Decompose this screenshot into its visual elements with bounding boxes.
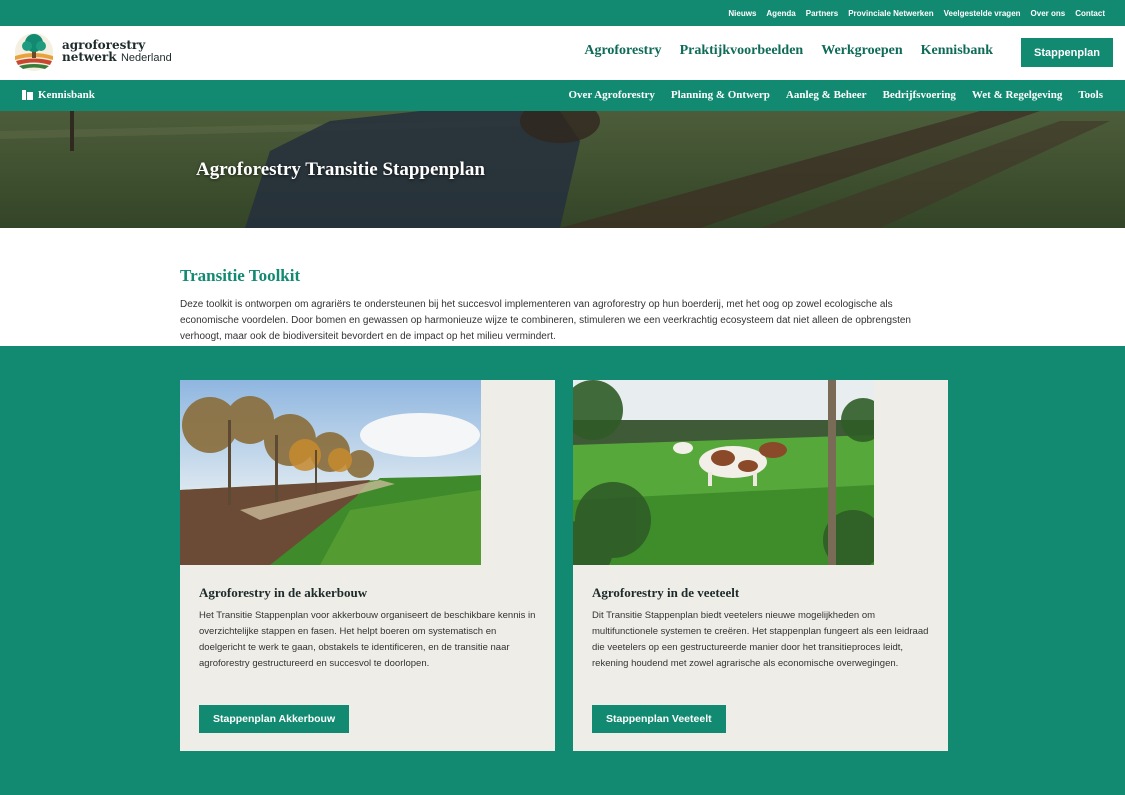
cards-section: Agroforestry in de akkerbouw Het Transit… <box>0 346 1125 795</box>
kennisbank-section-label: Kennisbank <box>38 89 95 101</box>
card-image-akkerbouw <box>180 380 481 565</box>
subnav-bedrijfsvoering[interactable]: Bedrijfsvoering <box>883 89 956 101</box>
topbar-link-contact[interactable]: Contact <box>1075 9 1105 18</box>
stappenplan-akkerbouw-button[interactable]: Stappenplan Akkerbouw <box>199 705 350 733</box>
logo-tree-icon <box>15 33 53 71</box>
intro-title: Transitie Toolkit <box>180 266 301 285</box>
card-text-akkerbouw: Het Transitie Stappenplan voor akkerbouw… <box>199 610 536 669</box>
card-akkerbouw: Agroforestry in de akkerbouw Het Transit… <box>180 380 555 751</box>
nav-praktijkvoorbeelden[interactable]: Praktijkvoorbeelden <box>680 43 804 59</box>
kennisbank-section-link[interactable]: Kennisbank <box>22 89 95 101</box>
subnav-planning-ontwerp[interactable]: Planning & Ontwerp <box>671 89 770 101</box>
logo-line-2: netwerk <box>62 50 117 64</box>
intro-text: Deze toolkit is ontworpen om agrariërs t… <box>180 299 911 342</box>
topbar-link-veelgestelde-vragen[interactable]: Veelgestelde vragen <box>944 9 1021 18</box>
nav-werkgroepen[interactable]: Werkgroepen <box>821 43 902 59</box>
intro-section: Transitie Toolkit Deze toolkit is ontwor… <box>0 228 1125 346</box>
kennisbank-subnav: Kennisbank Over Agroforestry Planning & … <box>0 80 1125 111</box>
nav-agroforestry[interactable]: Agroforestry <box>584 43 661 59</box>
main-navigation: Agroforestry Praktijkvoorbeelden Werkgro… <box>584 43 993 59</box>
logo-line-3: Nederland <box>120 52 172 64</box>
subnav-aanleg-beheer[interactable]: Aanleg & Beheer <box>786 89 867 101</box>
site-header: agroforestry netwerk Nederland Agrofores… <box>0 26 1125 80</box>
topbar-link-partners[interactable]: Partners <box>806 9 838 18</box>
topbar-link-over-ons[interactable]: Over ons <box>1031 9 1066 18</box>
card-veeteelt: Agroforestry in de veeteelt Dit Transiti… <box>573 380 948 751</box>
hero-title: Agroforestry Transitie Stappenplan <box>196 159 485 180</box>
veeteelt-pasture-image <box>573 380 874 565</box>
topbar-link-provinciale-netwerken[interactable]: Provinciale Netwerken <box>848 9 933 18</box>
book-icon <box>22 90 33 100</box>
card-text-veeteelt: Dit Transitie Stappenplan biedt veeteler… <box>592 610 929 669</box>
akkerbouw-field-image <box>180 380 481 565</box>
topbar-link-nieuws[interactable]: Nieuws <box>728 9 756 18</box>
site-logo[interactable]: agroforestry netwerk Nederland <box>12 32 172 72</box>
nav-kennisbank[interactable]: Kennisbank <box>921 43 993 59</box>
stappenplan-button[interactable]: Stappenplan <box>1021 38 1113 67</box>
stappenplan-veeteelt-button[interactable]: Stappenplan Veeteelt <box>592 705 726 733</box>
topbar-link-agenda[interactable]: Agenda <box>766 9 795 18</box>
subnav-tools[interactable]: Tools <box>1078 89 1103 101</box>
subnav-over-agroforestry[interactable]: Over Agroforestry <box>568 89 654 101</box>
hero-banner: Agroforestry Transitie Stappenplan <box>0 111 1125 228</box>
card-title-veeteelt: Agroforestry in de veeteelt <box>592 585 740 600</box>
top-utility-bar: Nieuws Agenda Partners Provinciale Netwe… <box>0 0 1125 26</box>
card-title-akkerbouw: Agroforestry in de akkerbouw <box>199 585 368 600</box>
card-image-veeteelt <box>573 380 874 565</box>
subnav-wet-regelgeving[interactable]: Wet & Regelgeving <box>972 89 1062 101</box>
hero-field-image <box>0 111 1125 228</box>
